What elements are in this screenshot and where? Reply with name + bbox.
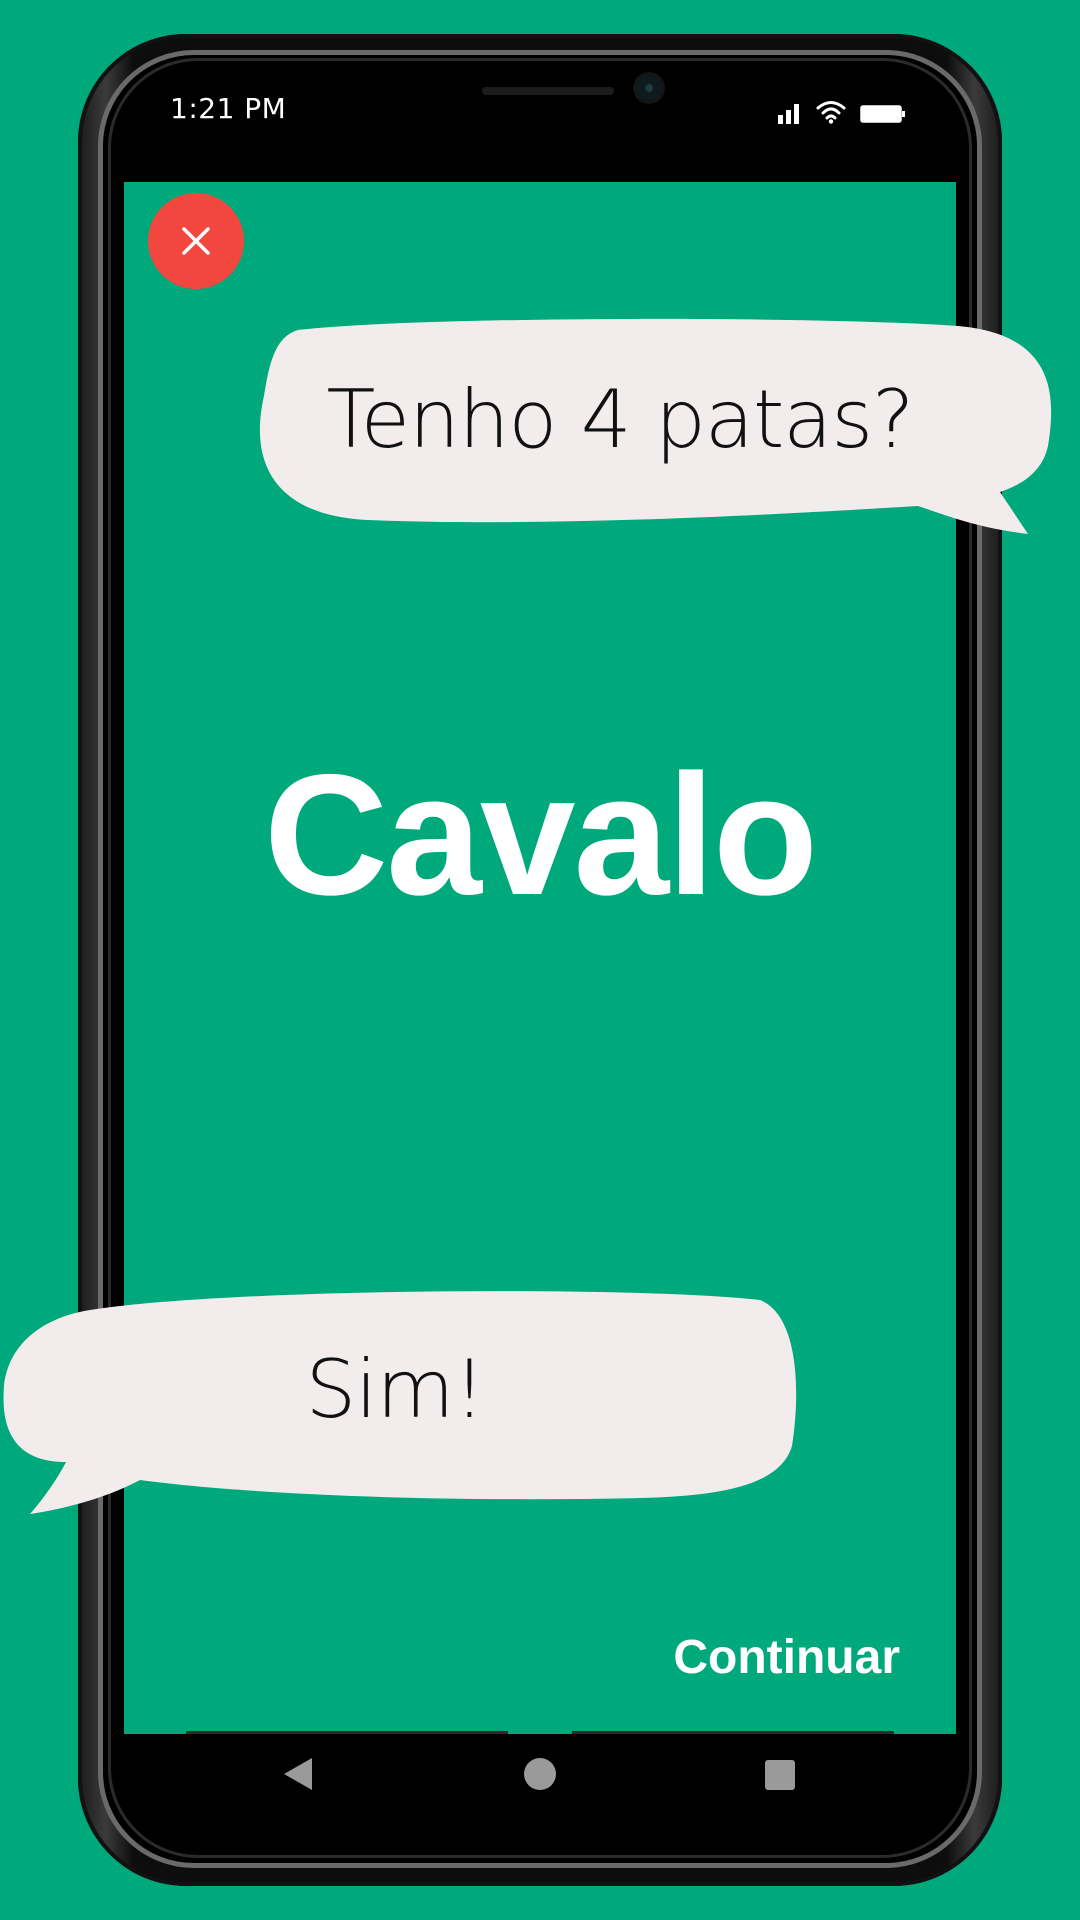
close-button[interactable]: [148, 193, 244, 289]
main-word: Cavalo: [263, 739, 818, 931]
nav-divider-right: [572, 1731, 894, 1734]
question-text: Tenho 4 patas?: [326, 373, 915, 466]
battery-icon: [860, 105, 905, 123]
status-time: 1:21 PM: [170, 92, 287, 125]
close-icon: [182, 227, 210, 255]
back-icon[interactable]: [282, 1756, 314, 1792]
home-icon[interactable]: [524, 1758, 556, 1790]
nav-divider-left: [186, 1731, 508, 1734]
recents-icon[interactable]: [765, 1760, 795, 1790]
answer-text: Sim!: [305, 1343, 485, 1436]
wifi-icon: [816, 101, 846, 124]
signal-icon: [778, 104, 799, 124]
front-camera: [636, 75, 662, 101]
status-icons: [778, 98, 906, 124]
earpiece-speaker: [482, 87, 614, 95]
app-stage: 1:21 PM Tenho 4 patas? Cavalo Sim! Conti…: [0, 0, 1080, 1920]
continue-button[interactable]: Continuar: [660, 1630, 900, 1686]
